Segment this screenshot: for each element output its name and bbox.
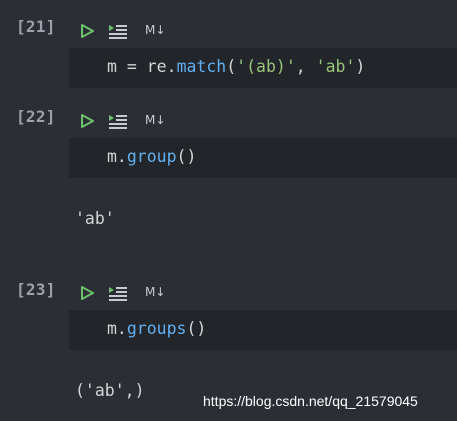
markdown-toggle-button[interactable]: M↓ [145,113,165,127]
run-all-above-icon[interactable] [108,114,128,129]
code-object: re. [146,57,177,76]
code-args: () [186,319,207,338]
code-line: m.groups() [107,319,206,338]
cell-prompt: [23] [16,280,56,299]
code-function: groups [126,319,187,338]
cell-toolbar: M↓ [69,15,457,46]
cell-toolbar: M↓ [69,277,457,308]
code-line: m.group() [107,147,196,166]
code-line: m = re.match('(ab)', 'ab') [107,57,365,76]
run-all-above-icon[interactable] [108,24,128,39]
code-args: () [176,147,197,166]
code-operator: = [116,57,147,76]
code-variable: m [107,57,117,76]
cell-output: ('ab',) [75,381,145,400]
play-triangle-icon[interactable] [80,114,94,128]
code-string: 'ab' [315,57,356,76]
code-object: m. [107,147,127,166]
code-editor[interactable]: m.group() [69,138,457,178]
markdown-toggle-button[interactable]: M↓ [145,285,165,299]
run-all-above-icon[interactable] [108,286,128,301]
cell-prompt: [21] [16,17,56,36]
code-string: '(ab)' [236,57,296,76]
code-paren-open: ( [226,57,237,76]
code-function: match [176,57,227,76]
play-triangle-icon[interactable] [80,24,94,38]
code-function: group [126,147,177,166]
code-separator: , [295,57,316,76]
code-editor[interactable]: m = re.match('(ab)', 'ab') [69,48,457,88]
code-paren-close: ) [355,57,366,76]
play-triangle-icon[interactable] [80,286,94,300]
watermark-url: https://blog.csdn.net/qq_21579045 [203,393,418,409]
markdown-toggle-button[interactable]: M↓ [145,23,165,37]
code-editor[interactable]: m.groups() [69,310,457,350]
cell-toolbar: M↓ [69,105,457,136]
code-object: m. [107,319,127,338]
cell-output: 'ab' [75,209,115,228]
cell-prompt: [22] [16,107,56,126]
